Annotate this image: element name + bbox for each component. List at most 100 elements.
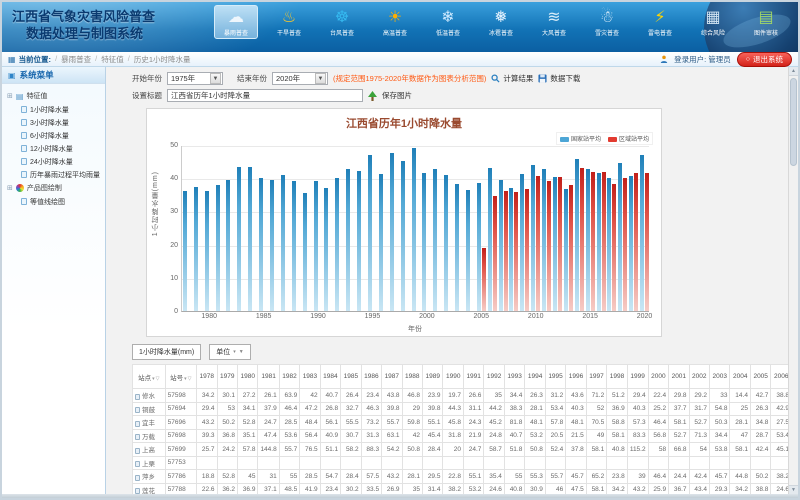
- bar-national-2002[interactable]: [444, 175, 448, 311]
- expand-toggle-icon[interactable]: ⊞: [7, 184, 13, 192]
- bar-national-1993[interactable]: [346, 169, 350, 311]
- toolbar-item-typhoon[interactable]: ☸台风普查: [320, 5, 364, 39]
- toolbar-item-lightning[interactable]: ⚡雷电普查: [638, 5, 682, 39]
- bar-national-2007[interactable]: [499, 180, 503, 311]
- bar-national-1998[interactable]: [401, 161, 405, 311]
- chevron-down-icon[interactable]: ▼: [210, 73, 221, 84]
- column-header-station-id[interactable]: 站号▾▽: [165, 365, 196, 389]
- calc-result-button[interactable]: 计算结果: [491, 73, 533, 84]
- bar-national-2006[interactable]: [488, 168, 492, 311]
- breadcrumb-item[interactable]: 历史1小时降水量: [134, 54, 191, 65]
- bar-regional-2005[interactable]: [482, 248, 486, 311]
- bar-national-1994[interactable]: [357, 171, 361, 311]
- vertical-scrollbar[interactable]: ▲ ▼: [788, 67, 798, 494]
- toolbar-item-high-temp[interactable]: ☀高温普查: [373, 5, 417, 39]
- station-name-cell[interactable]: 萍乡: [133, 470, 166, 484]
- bar-regional-2015[interactable]: [591, 172, 595, 311]
- bar-national-1992[interactable]: [335, 178, 339, 311]
- column-header-year[interactable]: 1983: [300, 365, 320, 389]
- column-header-year[interactable]: 1996: [566, 365, 586, 389]
- column-header-year[interactable]: 1990: [443, 365, 463, 389]
- column-header-year[interactable]: 1981: [258, 365, 279, 389]
- bar-national-2019[interactable]: [629, 176, 633, 311]
- toolbar-item-drought[interactable]: ♨干旱普查: [267, 5, 311, 39]
- sidebar-item[interactable]: 12小时降水量: [4, 142, 103, 155]
- toolbar-item-rainstorm[interactable]: ☁暴雨普查: [214, 5, 258, 39]
- station-name-cell[interactable]: 上高: [133, 443, 166, 457]
- bar-national-1983[interactable]: [237, 167, 241, 311]
- toolbar-item-composite[interactable]: ▦综合风险: [691, 5, 735, 39]
- station-name-cell[interactable]: 上栗: [133, 456, 166, 470]
- column-header-year[interactable]: 2003: [710, 365, 730, 389]
- vertical-scrollbar-thumb[interactable]: [790, 78, 797, 166]
- legend-item[interactable]: 区域站平均: [608, 134, 649, 143]
- bar-regional-2014[interactable]: [580, 168, 584, 311]
- bar-national-2016[interactable]: [597, 173, 601, 311]
- sort-icon[interactable]: ▾: [184, 376, 187, 382]
- breadcrumb-item[interactable]: 特征值: [101, 54, 124, 65]
- expand-toggle-icon[interactable]: ⊞: [7, 92, 13, 100]
- bar-regional-2019[interactable]: [634, 173, 638, 311]
- column-header-year[interactable]: 1991: [463, 365, 483, 389]
- bar-regional-2018[interactable]: [623, 178, 627, 311]
- filter-icon[interactable]: ▽: [188, 376, 192, 382]
- bar-regional-2006[interactable]: [493, 196, 497, 311]
- bar-regional-2020[interactable]: [645, 173, 649, 311]
- bar-national-1984[interactable]: [248, 167, 252, 311]
- sidebar-item[interactable]: 24小时降水量: [4, 155, 103, 168]
- column-header-year[interactable]: 1995: [545, 365, 565, 389]
- toolbar-item-hail[interactable]: ❅冰雹普查: [479, 5, 523, 39]
- column-header-year[interactable]: 1988: [402, 365, 422, 389]
- bar-national-1990[interactable]: [314, 181, 318, 311]
- bar-national-1986[interactable]: [270, 180, 274, 311]
- chevron-down-icon[interactable]: ▼: [315, 73, 326, 84]
- bar-regional-2016[interactable]: [602, 172, 606, 311]
- bar-national-2009[interactable]: [520, 174, 524, 311]
- column-header-year[interactable]: 1987: [382, 365, 402, 389]
- column-header-year[interactable]: 2004: [730, 365, 750, 389]
- bar-regional-2009[interactable]: [525, 189, 529, 312]
- sidebar-item[interactable]: 3小时降水量: [4, 116, 103, 129]
- bar-national-1997[interactable]: [390, 153, 394, 311]
- bar-national-1981[interactable]: [216, 185, 220, 311]
- station-name-cell[interactable]: 万载: [133, 429, 166, 443]
- toolbar-item-wind[interactable]: ≋大风普查: [532, 5, 576, 39]
- toolbar-item-map-review[interactable]: ▤图件审核: [744, 5, 788, 39]
- bar-national-2018[interactable]: [618, 163, 622, 311]
- bar-national-2005[interactable]: [477, 183, 481, 311]
- bar-national-1989[interactable]: [303, 193, 307, 311]
- column-header-year[interactable]: 2001: [669, 365, 689, 389]
- column-header-year[interactable]: 1994: [525, 365, 545, 389]
- column-header-year[interactable]: 2002: [689, 365, 709, 389]
- column-header-year[interactable]: 2005: [750, 365, 770, 389]
- bar-national-2017[interactable]: [607, 178, 611, 311]
- column-header-year[interactable]: 1982: [279, 365, 299, 389]
- column-header-year[interactable]: 1986: [361, 365, 381, 389]
- legend-item[interactable]: 国家站平均: [560, 134, 601, 143]
- bar-national-1999[interactable]: [412, 148, 416, 311]
- toolbar-item-low-temp[interactable]: ❄低温普查: [426, 5, 470, 39]
- column-header-station[interactable]: 站点▾▽: [133, 365, 166, 389]
- bar-national-2004[interactable]: [466, 190, 470, 312]
- bar-regional-2008[interactable]: [514, 192, 518, 311]
- bar-national-1996[interactable]: [379, 174, 383, 311]
- station-name-cell[interactable]: 修水: [133, 389, 166, 403]
- column-header-year[interactable]: 1985: [341, 365, 361, 389]
- data-download-button[interactable]: 数据下载: [538, 73, 580, 84]
- bar-national-1991[interactable]: [324, 188, 328, 311]
- sidebar-group-0[interactable]: ⊞▤特征值: [4, 89, 103, 103]
- bar-national-2014[interactable]: [575, 159, 579, 311]
- bar-regional-2013[interactable]: [569, 185, 573, 311]
- column-header-year[interactable]: 1992: [484, 365, 504, 389]
- column-header-year[interactable]: 1980: [237, 365, 257, 389]
- bar-national-2008[interactable]: [509, 188, 513, 312]
- bar-national-1980[interactable]: [205, 191, 209, 311]
- station-name-cell[interactable]: 莲花: [133, 483, 166, 494]
- sidebar-item[interactable]: 历年暴雨过程平均雨量: [4, 168, 103, 181]
- bar-national-2000[interactable]: [422, 173, 426, 311]
- column-header-year[interactable]: 1979: [217, 365, 237, 389]
- breadcrumb-item[interactable]: 暴雨普查: [61, 54, 91, 65]
- bar-national-1995[interactable]: [368, 155, 372, 311]
- bar-regional-2011[interactable]: [547, 181, 551, 311]
- bar-national-2015[interactable]: [586, 169, 590, 311]
